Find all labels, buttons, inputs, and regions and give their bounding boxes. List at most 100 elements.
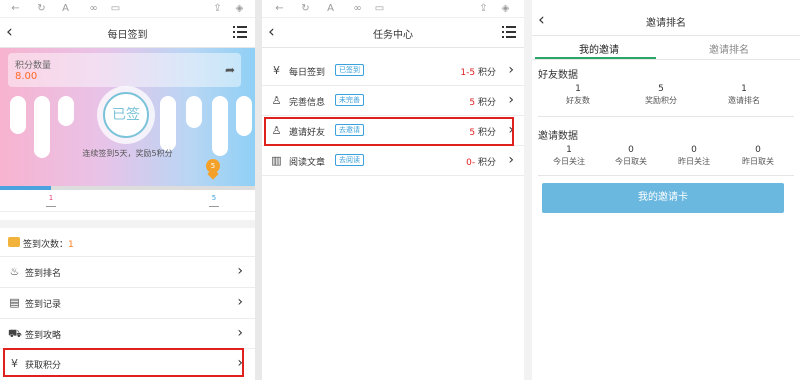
task-row-checkin[interactable]: ¥ 每日签到 已签到 1-5 积分 › — [262, 56, 524, 86]
checkin-progress-fill — [0, 186, 51, 190]
invite-ranking-screen: ‹ 邀请排名 我的邀请 邀请排名 好友数据 1 好友数 5 奖励积分 1 邀请排… — [532, 0, 800, 380]
decor-drip — [236, 96, 252, 136]
coins-icon — [8, 237, 20, 247]
tab-my-invites[interactable]: 我的邀请 — [579, 41, 619, 56]
stat-value: 5 — [658, 84, 664, 94]
share-out-icon[interactable]: ⇪ — [212, 3, 223, 14]
back-arrow-icon[interactable]: ← — [274, 3, 285, 14]
chevron-right-icon: › — [237, 325, 243, 341]
stat-value: 1 — [566, 145, 572, 155]
font-icon[interactable]: A — [325, 3, 336, 14]
stat-value: 0 — [691, 145, 697, 155]
stat-friend-count: 1 好友数 — [548, 84, 608, 106]
stat-label: 今日关注 — [553, 157, 585, 166]
invite-data-header: 邀请数据 — [538, 131, 578, 142]
stat-value: 0 — [755, 145, 761, 155]
friends-data-header: 好友数据 — [538, 70, 578, 81]
fire-icon: ♨ — [9, 265, 20, 278]
link-icon[interactable]: ∞ — [88, 3, 99, 14]
chevron-right-icon: › — [508, 62, 514, 78]
task-label: 阅读文章 — [289, 158, 326, 168]
chevron-right-icon: › — [508, 92, 514, 108]
link-icon[interactable]: ∞ — [352, 3, 363, 14]
signed-status: 已签 — [103, 92, 149, 138]
task-row-profile[interactable]: ♙ 完善信息 未完善 5 积分 › — [262, 86, 524, 116]
stat-reward-points: 5 奖励积分 — [631, 84, 691, 106]
stat-today-unfollow: 0 今日取关 — [601, 145, 661, 167]
streak-text: 连续签到5天，奖励5积分 — [82, 149, 173, 158]
chevron-right-icon: › — [508, 152, 514, 168]
title-bar: ‹ 任务中心 — [262, 18, 524, 48]
task-center-screen: ← ↻ A ∞ ▭ ⇪ ◈ ‹ 任务中心 ¥ 每日签到 已签到 1-5 积分 ›… — [262, 0, 524, 380]
highlight-box — [3, 348, 244, 377]
menu-item-ranking[interactable]: ♨ 签到排名 › — [0, 256, 255, 286]
checkin-count-label: 签到次数： — [23, 240, 69, 250]
stat-label: 奖励积分 — [645, 96, 677, 105]
user-icon: ♙ — [271, 94, 282, 107]
stat-value: 0 — [628, 145, 634, 155]
stat-label: 今日取关 — [615, 157, 647, 166]
record-icon: ▤ — [9, 296, 20, 309]
stat-value: 1 — [575, 84, 581, 94]
chevron-right-icon: › — [237, 294, 243, 310]
decor-drip — [186, 96, 202, 128]
stat-label: 好友数 — [566, 96, 590, 105]
share-icon[interactable]: ➦ — [225, 63, 235, 77]
cube-icon[interactable]: ◈ — [234, 3, 245, 14]
stat-label: 邀请排名 — [728, 96, 760, 105]
guide-icon: ⛟ — [8, 327, 22, 340]
calendar-icon[interactable]: ▭ — [110, 3, 121, 14]
status-badge: 已签到 — [335, 64, 364, 76]
tick-start: 1 — [46, 194, 56, 207]
points-label: 积分数量 — [15, 61, 52, 71]
checkin-count-value: 1 — [68, 240, 74, 250]
refresh-icon[interactable]: ↻ — [36, 3, 47, 14]
points-unit: 积分 — [477, 68, 496, 78]
stat-yesterday-follow: 0 昨日关注 — [664, 145, 724, 167]
screen-gap — [524, 0, 532, 380]
share-out-icon[interactable]: ⇪ — [478, 3, 489, 14]
menu-icon[interactable] — [233, 26, 247, 38]
my-invite-card-button[interactable]: 我的邀请卡 — [542, 183, 784, 213]
tab-invite-ranking[interactable]: 邀请排名 — [709, 41, 749, 56]
chevron-right-icon: › — [237, 263, 243, 279]
daily-checkin-screen: ← ↻ A ∞ ▭ ⇪ ◈ ‹ 每日签到 积分数量 8.00 ➦ 已签 连续签到… — [0, 0, 255, 380]
task-row-reading[interactable]: ▥ 阅读文章 去阅读 0- 积分 › — [262, 146, 524, 176]
font-icon[interactable]: A — [60, 3, 71, 14]
highlight-box — [264, 117, 514, 146]
browser-toolbar: ← ↻ A ∞ ▭ ⇪ ◈ — [262, 0, 524, 18]
progress-ticks: 1 5 — [0, 194, 255, 212]
task-points: 5 积分 — [469, 95, 496, 108]
divider — [538, 175, 794, 176]
stat-invite-rank: 1 邀请排名 — [714, 84, 774, 106]
checkin-circle[interactable]: 已签 — [97, 86, 155, 144]
back-arrow-icon[interactable]: ← — [10, 3, 21, 14]
points-unit: 积分 — [477, 158, 496, 168]
refresh-icon[interactable]: ↻ — [300, 3, 311, 14]
menu-item-record[interactable]: ▤ 签到记录 › — [0, 287, 255, 317]
points-unit: 积分 — [477, 98, 496, 108]
title-bar: ‹ 每日签到 — [0, 18, 255, 48]
cube-icon[interactable]: ◈ — [500, 3, 511, 14]
stat-label: 昨日关注 — [678, 157, 710, 166]
decor-drip — [10, 96, 26, 134]
decor-drip — [160, 96, 176, 151]
checkin-count: 签到次数：1 — [23, 237, 74, 250]
points-value: 0- — [466, 158, 476, 168]
stat-today-follow: 1 今日关注 — [539, 145, 599, 167]
task-label: 每日签到 — [289, 68, 326, 78]
checkin-progress — [0, 186, 255, 190]
menu-item-guide[interactable]: ⛟ 签到攻略 › — [0, 318, 255, 348]
page-title: 每日签到 — [107, 30, 148, 41]
task-points: 1-5 积分 — [460, 65, 496, 78]
tick-end: 5 — [209, 194, 219, 207]
browser-toolbar: ← ↻ A ∞ ▭ ⇪ ◈ — [0, 0, 255, 18]
menu-item-label: 签到记录 — [25, 300, 62, 310]
menu-icon[interactable] — [502, 26, 516, 38]
calendar-icon[interactable]: ▭ — [374, 3, 385, 14]
yen-icon: ¥ — [273, 64, 280, 77]
task-points: 0- 积分 — [466, 155, 496, 168]
points-box: 积分数量 8.00 ➦ — [8, 53, 241, 87]
points-value: 1-5 — [460, 68, 476, 78]
divider — [532, 59, 800, 60]
